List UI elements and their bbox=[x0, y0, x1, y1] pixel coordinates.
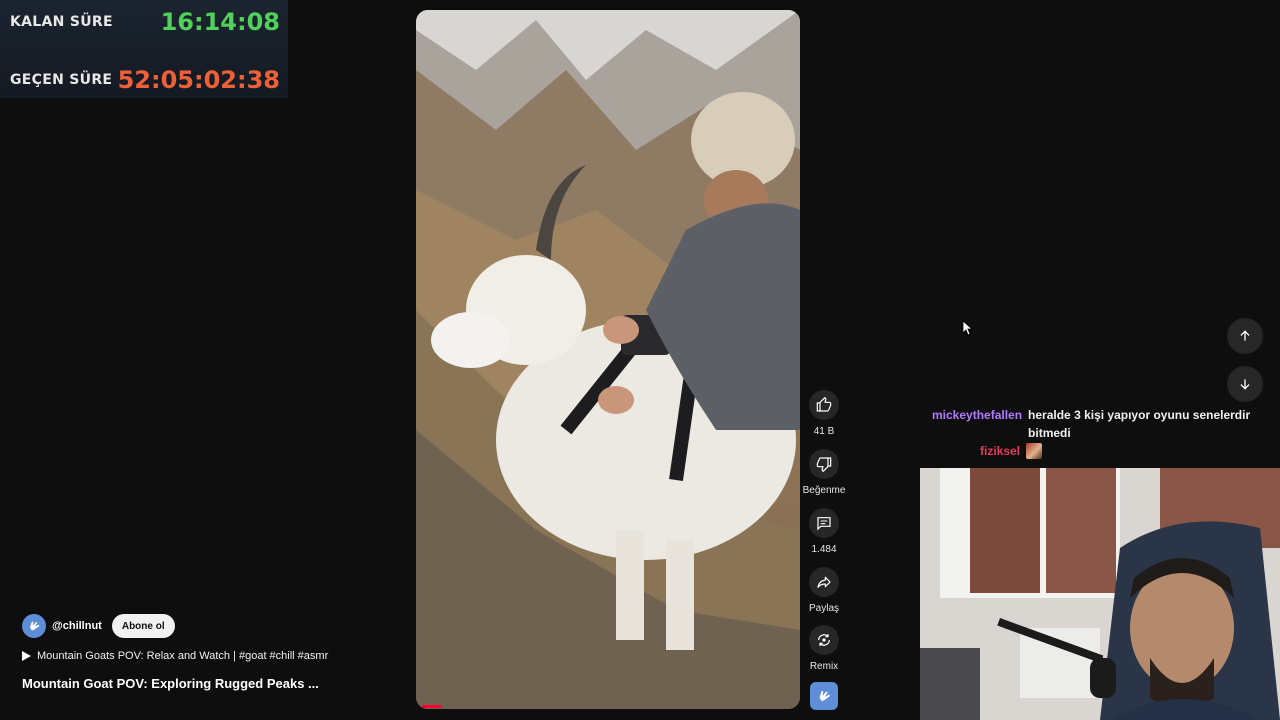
chat-emote-image bbox=[1026, 443, 1043, 459]
chat-message-text: heralde 3 kişi yapıyor oyunu senelerdir … bbox=[1028, 408, 1251, 440]
like-button[interactable] bbox=[809, 390, 839, 420]
previous-video-button[interactable] bbox=[1227, 318, 1263, 354]
thumbs-up-icon bbox=[816, 397, 832, 412]
dislike-label: Beğenme bbox=[802, 485, 846, 496]
play-icon bbox=[22, 651, 31, 661]
streamer-webcam bbox=[920, 468, 1280, 720]
playlist-title: Mountain Goats POV: Relax and Watch | #g… bbox=[37, 650, 329, 662]
chat-username[interactable]: mickeythefallen bbox=[932, 406, 1022, 442]
comment-button[interactable] bbox=[809, 508, 839, 538]
stream-timer-overlay: KALAN SÜRE 16:14:08 GEÇEN SÜRE 52:05:02:… bbox=[0, 0, 288, 98]
elapsed-time-label: GEÇEN SÜRE bbox=[10, 72, 113, 88]
channel-info: @chillnut Abone ol bbox=[22, 614, 175, 638]
short-video-player[interactable] bbox=[416, 10, 800, 709]
share-icon bbox=[817, 576, 831, 588]
dislike-button[interactable] bbox=[809, 449, 839, 479]
chat-message: mickeythefallen heralde 3 kişi yapıyor o… bbox=[932, 406, 1272, 442]
chat-message: fiziksel bbox=[980, 443, 1043, 459]
subscribe-button[interactable]: Abone ol bbox=[111, 614, 175, 638]
elapsed-time-row: GEÇEN SÜRE 52:05:02:38 bbox=[10, 64, 280, 96]
dislike-action[interactable]: Beğenme bbox=[800, 449, 848, 496]
channel-audio-avatar[interactable] bbox=[810, 682, 838, 710]
share-action[interactable]: Paylaş bbox=[800, 567, 848, 614]
elapsed-time-value: 52:05:02:38 bbox=[117, 66, 280, 94]
comment-count: 1.484 bbox=[811, 544, 837, 555]
like-action[interactable]: 41 B bbox=[800, 390, 848, 437]
share-button[interactable] bbox=[809, 567, 839, 597]
video-title[interactable]: Mountain Goat POV: Exploring Rugged Peak… bbox=[22, 676, 319, 691]
chat-username[interactable]: fiziksel bbox=[980, 444, 1020, 458]
mouse-cursor-icon bbox=[963, 321, 973, 336]
channel-handle[interactable]: @chillnut bbox=[52, 620, 102, 632]
remaining-time-label: KALAN SÜRE bbox=[10, 14, 113, 30]
hand-logo-icon bbox=[30, 621, 40, 631]
next-video-button[interactable] bbox=[1227, 366, 1263, 402]
arrow-up-icon bbox=[1240, 330, 1250, 341]
comment-icon bbox=[817, 517, 831, 531]
thumbs-down-icon bbox=[816, 457, 832, 472]
channel-avatar[interactable] bbox=[22, 614, 46, 638]
remix-action[interactable]: Remix bbox=[800, 625, 848, 672]
webcam-frame-illustration bbox=[920, 468, 1280, 720]
share-label: Paylaş bbox=[808, 603, 839, 614]
comment-action[interactable]: 1.484 bbox=[800, 508, 848, 555]
video-progress-bar[interactable] bbox=[422, 705, 442, 708]
remaining-time-row: KALAN SÜRE 16:14:08 bbox=[10, 6, 280, 38]
remix-label: Remix bbox=[809, 661, 839, 672]
like-count: 41 B bbox=[813, 426, 835, 437]
video-frame-illustration bbox=[416, 10, 800, 709]
remix-button[interactable] bbox=[809, 625, 839, 655]
remix-icon bbox=[818, 634, 830, 646]
remaining-time-value: 16:14:08 bbox=[160, 8, 280, 36]
hand-logo-icon bbox=[819, 690, 830, 702]
arrow-down-icon bbox=[1240, 379, 1250, 390]
playlist-link[interactable]: Mountain Goats POV: Relax and Watch | #g… bbox=[22, 650, 328, 662]
